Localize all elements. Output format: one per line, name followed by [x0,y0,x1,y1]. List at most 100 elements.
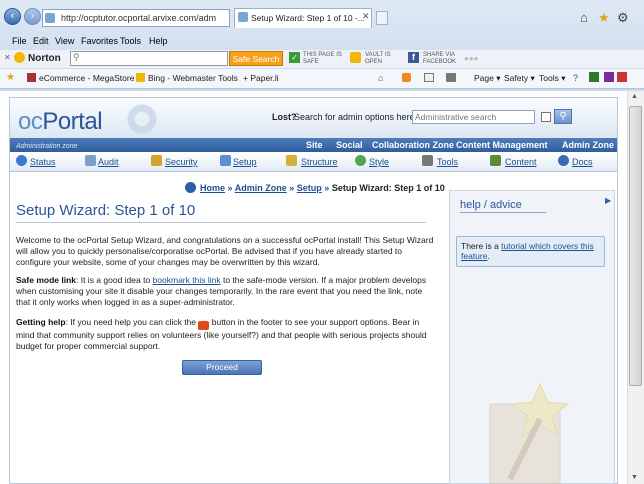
gear-icon[interactable]: ⚙ [617,10,629,26]
vault-lock-icon [350,52,361,63]
content-icon [490,155,501,166]
support-button-icon: ❓ [198,321,210,330]
tab-setup[interactable]: Setup [233,157,257,167]
norton-brand: Norton [28,53,61,64]
bookmark-link[interactable]: bookmark this link [153,275,221,285]
zone-site[interactable]: Site [306,140,323,150]
share-facebook[interactable]: SHARE VIA FACEBOOK [423,52,456,66]
vault-status[interactable]: VAULT IS OPEN [365,52,391,66]
collapse-panel-icon[interactable]: ▶ [605,196,611,205]
addon-icon[interactable] [589,72,599,82]
intro-paragraph: Welcome to the ocPortal Setup Wizard, an… [16,235,434,267]
tools-icon [422,155,433,166]
favorite-bing[interactable]: Bing - Webmaster Tools [148,73,238,83]
admin-search-input[interactable] [412,110,535,124]
print-icon[interactable] [446,73,456,82]
breadcrumb-admin-zone[interactable]: Admin Zone [235,183,287,193]
norton-search-input[interactable] [70,51,228,66]
browser-tab[interactable]: Setup Wizard: Step 1 of 10 -... [234,8,372,28]
zone-collaboration[interactable]: Collaboration Zone [372,140,454,150]
favorites-star-icon[interactable]: ★ [598,10,610,26]
breadcrumb: Home » Admin Zone » Setup » Setup Wizard… [185,182,445,193]
more-dots-icon[interactable]: ●●● [464,54,479,63]
tab-content[interactable]: Content [505,157,537,167]
close-tab-icon[interactable]: ✕ [362,11,370,22]
help-panel-heading: help / advice [460,199,546,213]
menu-edit[interactable]: Edit [33,36,49,46]
site-logo[interactable]: ocPortal [18,108,103,136]
favorite-paperli[interactable]: + Paper.li [243,73,279,83]
proceed-button[interactable]: Proceed [182,360,262,375]
rss-icon[interactable] [402,73,411,82]
gear-logo-icon [125,102,159,136]
safety-menu[interactable]: Safety ▾ [504,73,535,84]
onenote-icon[interactable] [604,72,614,82]
scrollbar-thumb[interactable] [629,106,642,386]
zone-caption: Administration zone [16,143,78,150]
tools-menu[interactable]: Tools ▾ [539,73,565,84]
zone-admin[interactable]: Admin Zone [562,140,614,150]
addon-icon[interactable] [617,72,627,82]
mail-icon[interactable] [424,73,434,82]
docs-icon [558,155,569,166]
tab-structure[interactable]: Structure [301,157,338,167]
bing-icon [136,73,145,82]
facebook-icon: f [408,52,419,63]
tab-status[interactable]: Status [30,157,56,167]
breadcrumb-home[interactable]: Home [200,183,225,193]
tab-audit[interactable]: Audit [98,157,119,167]
menu-file[interactable]: File [12,36,27,46]
forward-button[interactable]: › [24,8,41,25]
menu-help[interactable]: Help [149,36,168,46]
favorites-star-icon[interactable]: ★ [6,72,15,83]
home-icon[interactable]: ⌂ [580,10,588,25]
page-icon [45,13,55,23]
audit-icon [85,155,96,166]
tab-title: Setup Wizard: Step 1 of 10 -... [251,13,365,23]
menu-favorites[interactable]: Favorites [81,36,118,46]
breadcrumb-setup[interactable]: Setup [297,183,322,193]
style-icon [355,155,366,166]
help-icon[interactable]: ? [573,73,578,83]
zone-content-management[interactable]: Content Management [456,140,548,150]
breadcrumb-home-icon [185,182,196,193]
security-icon [151,155,162,166]
tab-docs[interactable]: Docs [572,157,593,167]
tab-security[interactable]: Security [165,157,198,167]
breadcrumb-current: Setup Wizard: Step 1 of 10 [331,183,445,193]
address-text: http://ocptutor.ocportal.arvixe.com/adm [61,13,217,23]
menu-view[interactable]: View [55,36,74,46]
wizard-wand-icon [489,382,570,484]
title-divider [16,222,426,223]
tab-tools[interactable]: Tools [437,157,458,167]
norton-check-icon [14,52,25,63]
menu-tools[interactable]: Tools [120,36,141,46]
page-title: Setup Wizard: Step 1 of 10 [16,202,196,219]
address-bar[interactable]: http://ocptutor.ocportal.arvixe.com/adm [42,9,230,27]
tab-style[interactable]: Style [369,157,389,167]
search-button[interactable]: ⚲ [554,109,572,124]
getting-help-paragraph: Getting help: If you need help you can c… [16,317,427,351]
safe-check-icon: ✓ [289,52,300,63]
search-options-checkbox[interactable] [541,112,551,122]
back-button[interactable]: ‹ [4,8,21,25]
safe-mode-paragraph: Safe mode link: It is a good idea to boo… [16,275,427,307]
page-safe-status: THIS PAGE IS SAFE [303,52,342,65]
tab-favicon-icon [238,12,248,22]
zone-social[interactable]: Social [336,140,363,150]
status-icon [16,155,27,166]
scroll-down-icon[interactable]: ▼ [631,474,638,481]
structure-icon [286,155,297,166]
page-menu[interactable]: Page ▾ [474,73,501,84]
favorite-megastore[interactable]: eCommerce - MegaStore ... [39,73,144,83]
new-tab-button[interactable] [376,11,388,25]
help-box: There is a tutorial which covers this fe… [456,236,605,267]
search-icon: ⚲ [73,52,80,62]
safe-search-button[interactable]: Safe Search [229,51,283,66]
megastore-icon [27,73,36,82]
close-toolbar-icon[interactable]: ✕ [4,53,11,62]
home-icon[interactable]: ⌂ [378,73,383,83]
lost-label: Lost? [272,112,297,122]
setup-icon [220,155,231,166]
scroll-up-icon[interactable]: ▲ [631,93,638,100]
